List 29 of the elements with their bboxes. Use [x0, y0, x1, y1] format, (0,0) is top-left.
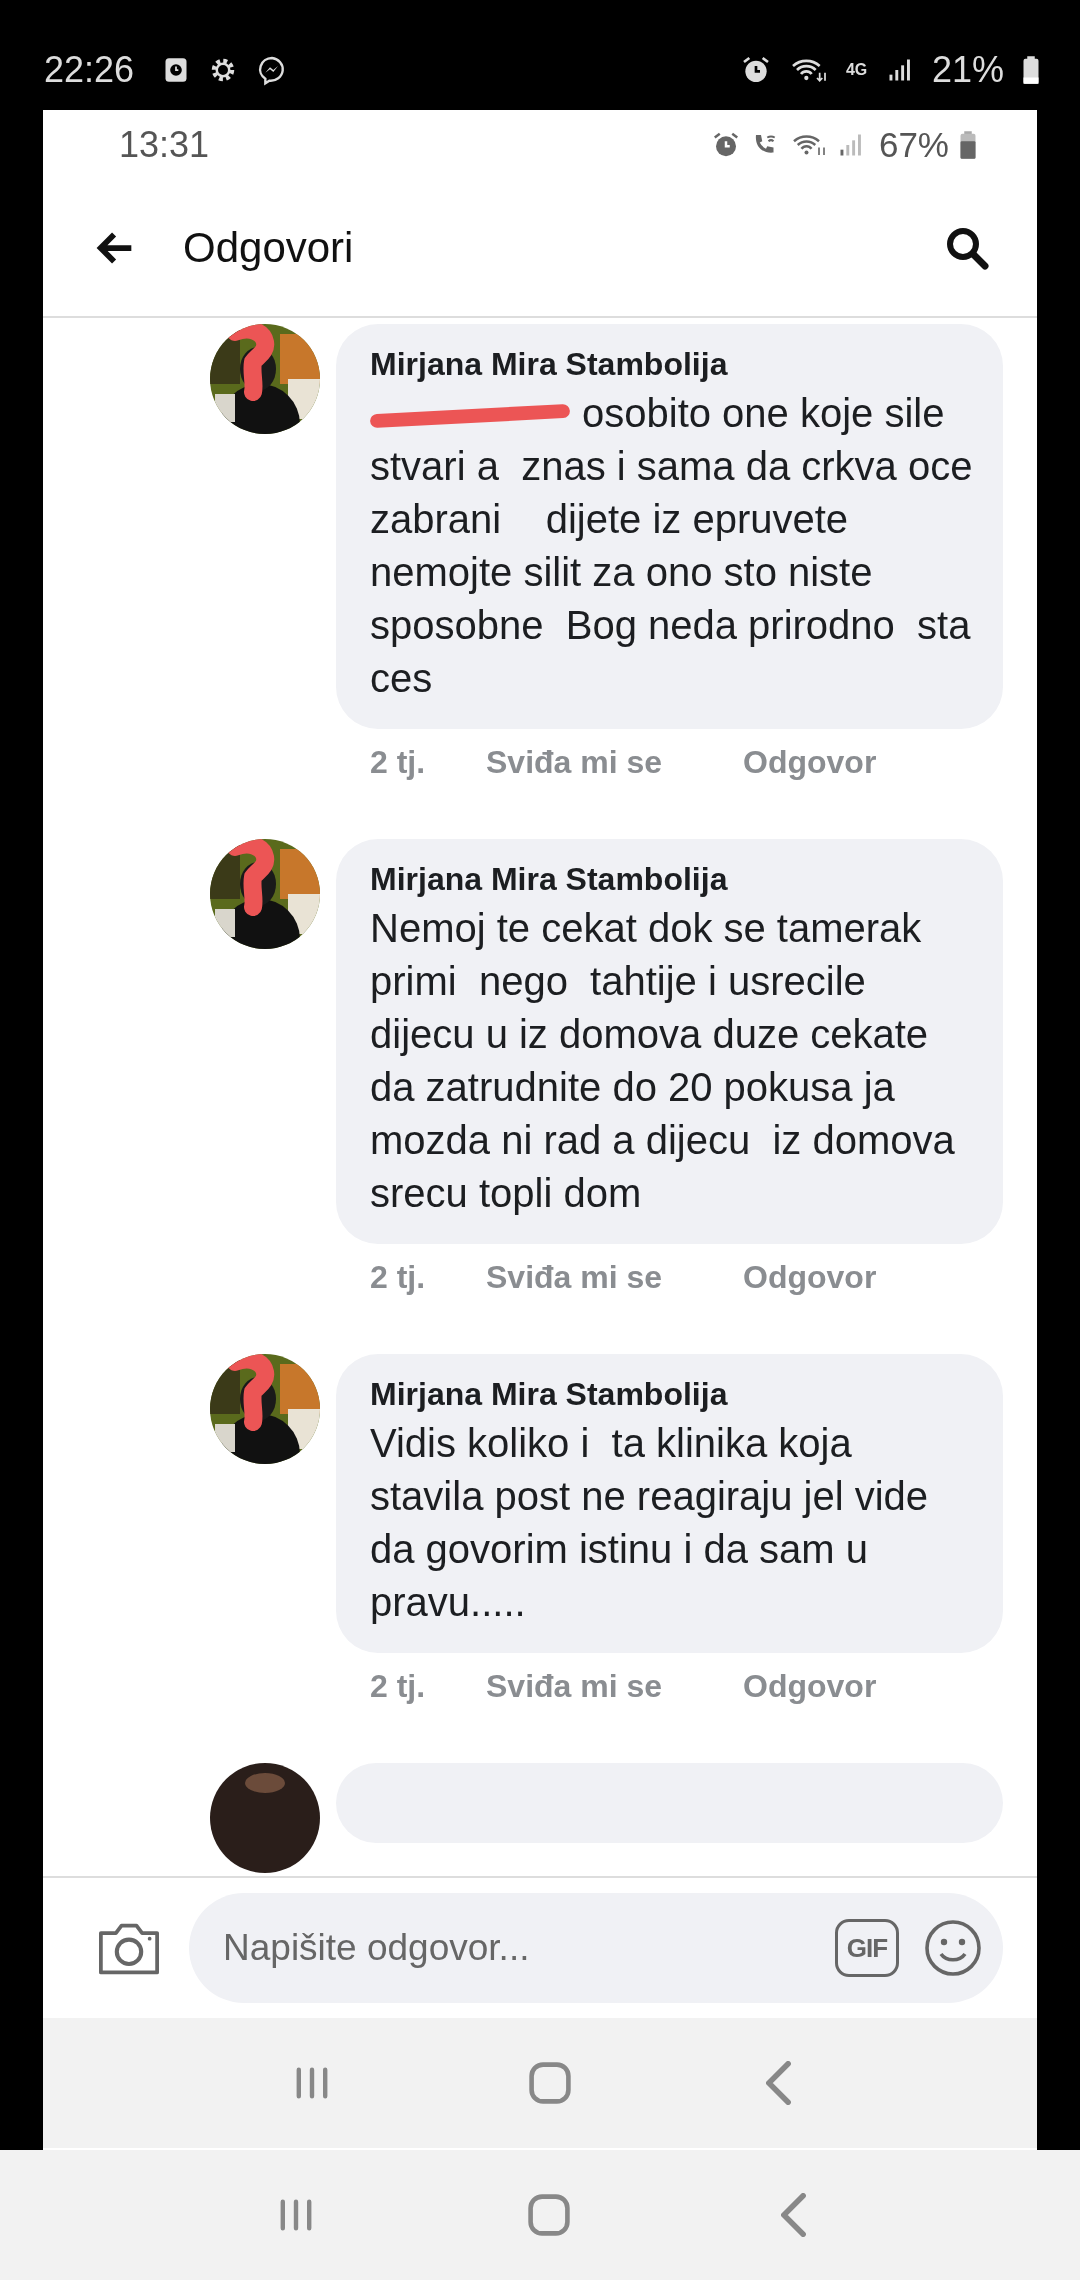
network-label: 4G — [845, 62, 868, 78]
like-link[interactable]: Sviđa mi se — [486, 743, 743, 781]
reply-field[interactable]: Napišite odgovor... GIF — [189, 1893, 1003, 2003]
reply-link[interactable]: Odgovor — [743, 1258, 877, 1296]
reply-link[interactable]: Odgovor — [743, 743, 877, 781]
gif-button[interactable]: GIF — [835, 1919, 899, 1977]
back-nav-button[interactable] — [765, 2061, 791, 2105]
comment-author[interactable]: Mirjana Mira Stambolija — [370, 346, 973, 383]
page-title: Odgovori — [183, 224, 354, 272]
status-time: 22:26 — [44, 49, 135, 91]
status-time: 13:31 — [119, 124, 210, 166]
comment-text: Nemoj te cekat dok se tamerak primi nego tahtije i usrecile dijecu u iz domova duze cekate da zatrudnite do 20 pokusa ja mozda ni rad a dijecu iz domova srecu topli dom — [370, 905, 956, 1217]
comment-author[interactable]: Mirjana Mira Stambolija — [370, 861, 973, 898]
comment-author[interactable]: Mirjana Mira Stambolija — [370, 1376, 973, 1413]
comment-age: 2 tj. — [370, 743, 427, 781]
comment-age: 2 tj. — [370, 1667, 427, 1705]
comment-text: Vidis koliko i ta klinika koja stavila post ne reagiraju jel vide da govorim istinu i da sam u pravu..... — [370, 1420, 930, 1626]
home-button[interactable] — [526, 2192, 573, 2238]
home-button[interactable] — [526, 2060, 573, 2106]
battery-percent: 67% — [878, 125, 949, 165]
comment-text: osobito one koje sile stvari a znas i sama da crkva oce zabrani dijete iz epruvete nemojte silit za ono sto niste sposobne Bog neda prirodno sta ces — [370, 390, 973, 702]
back-nav-button[interactable] — [780, 2193, 806, 2237]
battery-icon — [1022, 55, 1040, 85]
reply-link[interactable]: Odgovor — [743, 1667, 877, 1705]
comment-age: 2 tj. — [370, 1258, 427, 1296]
battery-percent: 21% — [931, 49, 1004, 91]
like-link[interactable]: Sviđa mi se — [486, 1258, 743, 1296]
battery-icon — [959, 130, 977, 160]
like-link[interactable]: Sviđa mi se — [486, 1667, 743, 1705]
